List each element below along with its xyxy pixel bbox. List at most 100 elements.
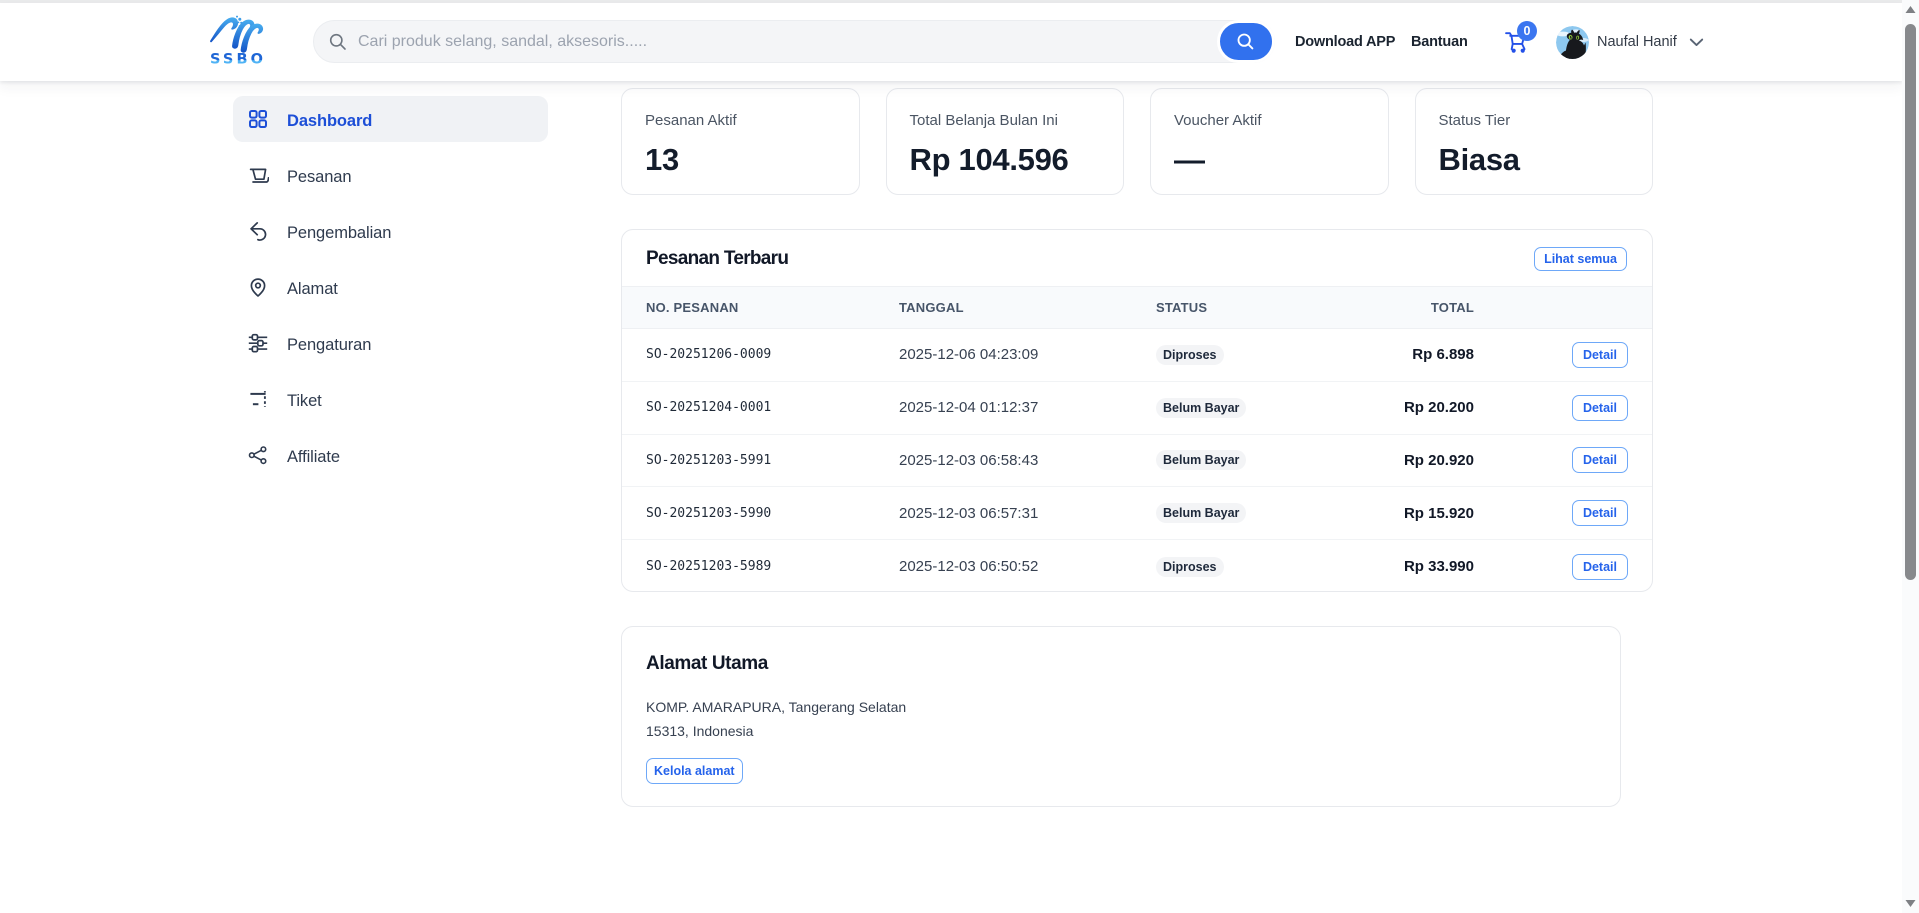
nav-download-app[interactable]: Download APP [1295,3,1395,81]
cart-button[interactable]: 0 [1505,30,1529,55]
order-date: 2025-12-03 06:57:31 [899,505,1156,522]
stat-cards: Pesanan Aktif 13 Total Belanja Bulan Ini Rp… [621,88,1653,195]
order-row: SO-20251206-00092025-12-06 04:23:09Dipro… [622,329,1652,382]
sidebar-nav: Dashboard Pesanan Pengembalian Alamat Pengat… [233,96,548,488]
sidebar-item-tiket[interactable]: Tiket [233,376,548,422]
sidebar-item-label: Dashboard [287,112,372,131]
order-status: Belum Bayar [1156,503,1386,523]
table-header: NO. PESANAN TANGGAL STATUS TOTAL [622,286,1652,329]
sidebar-item-label: Pesanan [287,168,351,187]
address-line-1: KOMP. AMARAPURA, Tangerang Selatan [646,699,1596,715]
dashboard-grid-icon [248,109,268,129]
col-header-date: TANGGAL [899,300,1156,315]
order-number: SO-20251203-5990 [646,506,899,521]
order-date: 2025-12-03 06:50:52 [899,558,1156,575]
status-badge: Belum Bayar [1156,398,1246,418]
sidebar-item-pengembalian[interactable]: Pengembalian [233,208,548,254]
detail-button[interactable]: Detail [1572,342,1628,368]
detail-button[interactable]: Detail [1572,395,1628,421]
manage-address-button[interactable]: Kelola alamat [646,758,743,784]
address-title: Alamat Utama [646,653,1596,675]
order-actions-cell: Detail [1474,395,1628,421]
view-all-button[interactable]: Lihat semua [1534,247,1627,271]
search-input[interactable] [358,21,1128,62]
search-button[interactable] [1217,20,1275,63]
stat-card: Pesanan Aktif 13 [621,88,860,195]
col-header-status: STATUS [1156,300,1386,315]
recent-orders-card: Pesanan Terbaru Lihat semua NO. PESANAN … [621,229,1653,592]
stat-card: Voucher Aktif — [1150,88,1389,195]
order-date: 2025-12-06 04:23:09 [899,346,1156,363]
stat-label: Total Belanja Bulan Ini [910,112,1101,129]
sidebar-item-affiliate[interactable]: Affiliate [233,432,548,478]
address-line-2: 15313, Indonesia [646,723,1596,739]
user-menu[interactable]: Naufal Hanif [1556,3,1704,81]
stat-value: Rp 104.596 [910,142,1101,178]
settings-sliders-icon [248,333,268,353]
stat-label: Status Tier [1439,112,1630,129]
status-badge: Belum Bayar [1156,450,1246,470]
order-total: Rp 20.200 [1386,399,1474,416]
sidebar-item-label: Alamat [287,280,338,299]
col-header-total: TOTAL [1386,300,1474,315]
scrollbar-thumb[interactable] [1905,24,1916,580]
user-name: Naufal Hanif [1597,34,1677,50]
address-pin-icon [248,277,268,297]
nav-bantuan[interactable]: Bantuan [1411,3,1468,81]
stat-label: Voucher Aktif [1174,112,1365,129]
scrollbar-up-arrow[interactable] [1905,5,1916,14]
scrollbar[interactable] [1902,0,1919,913]
top-header: SSBO Download APP Bantuan 0 Naufal Hanif [0,3,1902,81]
sidebar-item-label: Pengembalian [287,224,391,243]
orders-card-header: Pesanan Terbaru Lihat semua [622,230,1652,286]
order-actions-cell: Detail [1474,447,1628,473]
scrollbar-down-arrow[interactable] [1905,899,1916,908]
col-header-no: NO. PESANAN [646,300,899,315]
sidebar-item-label: Pengaturan [287,336,371,355]
detail-button[interactable]: Detail [1572,554,1628,580]
sidebar-item-alamat[interactable]: Alamat [233,264,548,310]
status-badge: Diproses [1156,557,1224,577]
order-number: SO-20251206-0009 [646,347,899,362]
search-bar [313,20,1275,63]
order-row: SO-20251203-59912025-12-03 06:58:43Belum… [622,435,1652,488]
order-date: 2025-12-04 01:12:37 [899,399,1156,416]
stat-label: Pesanan Aktif [645,112,836,129]
sidebar-item-label: Tiket [287,392,322,411]
orders-bag-icon [248,165,268,185]
stat-card: Status Tier Biasa [1415,88,1654,195]
stat-value: — [1174,142,1365,178]
order-actions-cell: Detail [1474,554,1628,580]
stat-value: Biasa [1439,142,1630,178]
affiliate-share-icon [248,445,268,465]
order-row: SO-20251204-00012025-12-04 01:12:37Belum… [622,382,1652,435]
primary-address-card: Alamat Utama KOMP. AMARAPURA, Tangerang … [621,626,1621,807]
order-total: Rp 33.990 [1386,558,1474,575]
chevron-down-icon [1689,38,1704,47]
order-number: SO-20251203-5989 [646,559,899,574]
order-row: SO-20251203-59892025-12-03 06:50:52Dipro… [622,540,1652,593]
order-number: SO-20251204-0001 [646,400,899,415]
detail-button[interactable]: Detail [1572,447,1628,473]
stat-card: Total Belanja Bulan Ini Rp 104.596 [886,88,1125,195]
stat-value: 13 [645,142,836,178]
status-badge: Belum Bayar [1156,503,1246,523]
order-total: Rp 15.920 [1386,505,1474,522]
sidebar-item-pengaturan[interactable]: Pengaturan [233,320,548,366]
search-icon [328,32,347,51]
orders-title: Pesanan Terbaru [646,248,788,270]
order-actions-cell: Detail [1474,500,1628,526]
detail-button[interactable]: Detail [1572,500,1628,526]
sidebar-item-pesanan[interactable]: Pesanan [233,152,548,198]
ssbo-logo[interactable]: SSBO [209,11,267,67]
status-badge: Diproses [1156,345,1224,365]
search-icon-white [1235,31,1257,53]
sidebar-item-dashboard[interactable]: Dashboard [233,96,548,142]
avatar [1556,26,1589,59]
order-row: SO-20251203-59902025-12-03 06:57:31Belum… [622,487,1652,540]
order-number: SO-20251203-5991 [646,453,899,468]
order-actions-cell: Detail [1474,342,1628,368]
order-status: Diproses [1156,345,1386,365]
order-date: 2025-12-03 06:58:43 [899,452,1156,469]
sidebar-item-label: Affiliate [287,448,340,467]
